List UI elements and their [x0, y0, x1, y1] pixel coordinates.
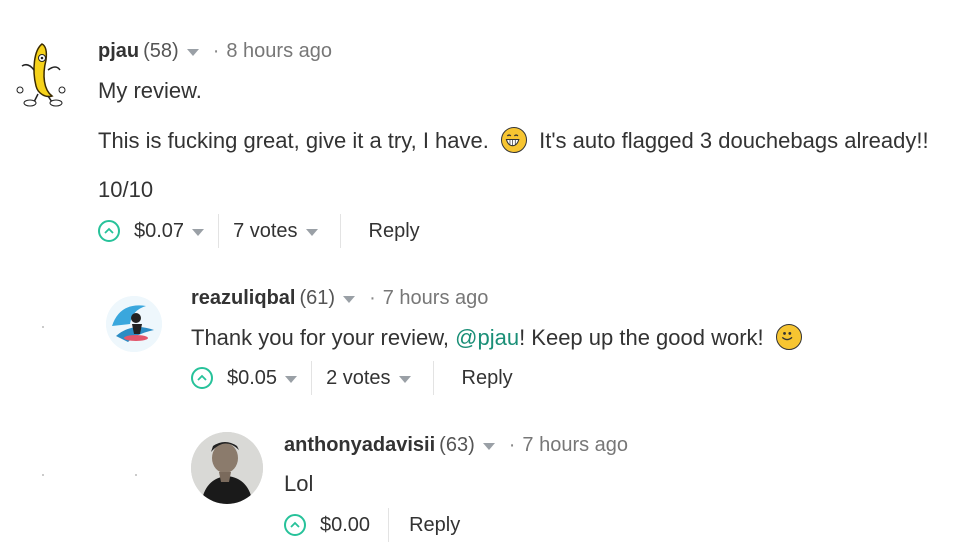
timestamp[interactable]: 7 hours ago — [383, 287, 489, 310]
chevron-down-icon[interactable] — [482, 443, 495, 450]
divider — [432, 361, 434, 395]
chevron-up-icon — [197, 374, 207, 381]
comment-line: My review. — [98, 78, 202, 103]
comment-header: reazuliqbal (61) · 7 hours ago — [191, 287, 488, 310]
comment-actions: $0.05 2 votes Reply — [191, 361, 513, 395]
separator-dot: · — [508, 434, 516, 456]
chevron-down-icon[interactable] — [285, 375, 298, 383]
reputation: (58) — [143, 40, 179, 62]
comment-text: ! Keep up the good work! — [519, 325, 764, 350]
mention-link[interactable]: @pjau — [455, 325, 519, 350]
payout-value[interactable]: $0.00 — [320, 514, 370, 537]
surfer-avatar-icon — [106, 296, 162, 352]
chevron-down-icon[interactable] — [186, 49, 199, 56]
dancing-banana-icon — [16, 43, 66, 107]
divider — [388, 508, 390, 542]
thread-marker — [42, 326, 44, 328]
author-name[interactable]: pjau — [98, 40, 139, 63]
comment-actions: $0.00 Reply — [284, 508, 460, 542]
person-photo-avatar — [191, 432, 263, 504]
grin-emoji-icon — [501, 127, 527, 153]
chevron-down-icon — [305, 228, 318, 236]
comment-line: Lol — [284, 471, 314, 496]
chevron-down-icon[interactable] — [343, 296, 356, 303]
separator-dot: · — [369, 287, 376, 309]
upvote-button[interactable] — [98, 220, 120, 242]
comment-header: pjau (58) · 8 hours ago — [98, 40, 332, 63]
divider — [339, 214, 341, 248]
upvote-button[interactable] — [284, 514, 306, 536]
reputation: (63) — [439, 434, 475, 456]
thread-marker — [135, 474, 137, 476]
comment-text: Thank you for your review, — [191, 325, 456, 350]
divider — [218, 214, 220, 248]
smile-emoji-icon — [775, 324, 802, 350]
votes-dropdown[interactable]: 7 votes — [233, 219, 318, 243]
payout-value[interactable]: $0.07 — [134, 220, 184, 243]
divider — [311, 361, 313, 395]
separator-dot: · — [212, 40, 220, 62]
upvote-button[interactable] — [191, 367, 213, 389]
avatar[interactable] — [106, 296, 162, 352]
thread-marker — [42, 474, 44, 476]
chevron-up-icon — [290, 521, 300, 528]
timestamp[interactable]: 8 hours ago — [226, 40, 332, 63]
payout-value[interactable]: $0.05 — [227, 367, 277, 390]
avatar[interactable] — [191, 432, 263, 504]
votes-dropdown[interactable]: 2 votes — [326, 366, 411, 390]
author-name[interactable]: anthonyadavisii — [284, 434, 435, 457]
chevron-down-icon[interactable] — [192, 228, 205, 236]
avatar[interactable] — [12, 40, 68, 108]
comment-text: This is fucking great, give it a try, I … — [98, 128, 489, 153]
reply-button[interactable]: Reply — [462, 367, 513, 390]
comment-line: 10/10 — [98, 177, 154, 202]
reputation: (61) — [299, 287, 336, 309]
chevron-down-icon — [398, 375, 411, 383]
reply-button[interactable]: Reply — [409, 514, 460, 537]
comment-header: anthonyadavisii (63) · 7 hours ago — [284, 434, 628, 457]
chevron-up-icon — [104, 227, 114, 234]
votes-count: 7 votes — [233, 219, 298, 242]
comment-actions: $0.07 7 votes Reply — [98, 214, 420, 248]
author-name[interactable]: reazuliqbal — [191, 287, 295, 310]
timestamp[interactable]: 7 hours ago — [522, 434, 628, 457]
comment-line: Thank you for your review, @pjau! Keep u… — [191, 324, 802, 351]
comment-text: It's auto flagged 3 douchebags already!! — [539, 128, 929, 153]
comment-line: This is fucking great, give it a try, I … — [98, 127, 929, 154]
reply-button[interactable]: Reply — [369, 220, 420, 243]
votes-count: 2 votes — [326, 366, 391, 389]
